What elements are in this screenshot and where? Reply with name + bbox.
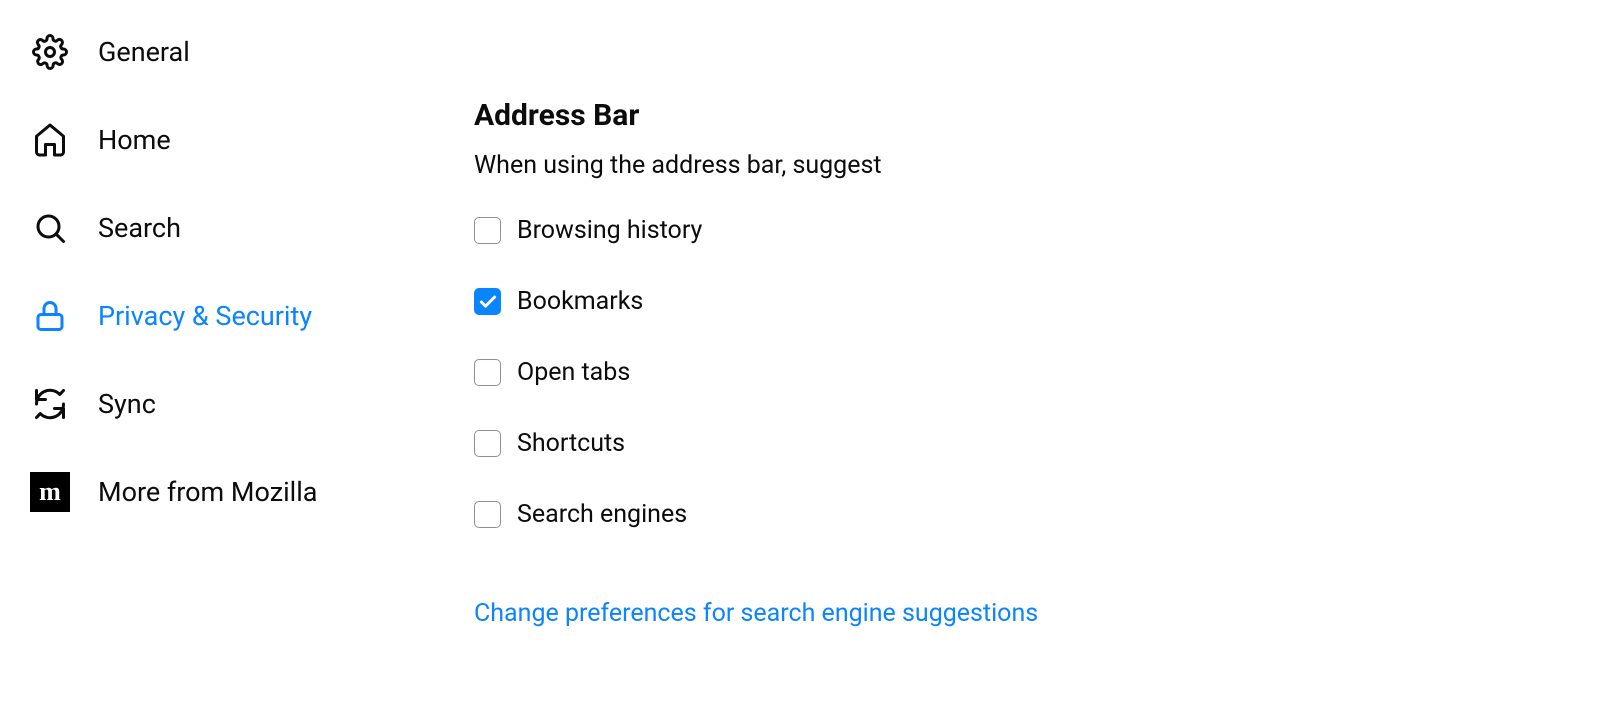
sidebar-item-general[interactable]: General [30,32,450,72]
checkbox-browsing-history[interactable] [474,217,501,244]
sidebar-item-more-mozilla[interactable]: m More from Mozilla [30,472,450,512]
sidebar-item-label: Home [98,124,171,156]
section-title: Address Bar [474,98,1608,133]
sidebar-item-sync[interactable]: Sync [30,384,450,424]
checkbox-open-tabs[interactable] [474,359,501,386]
settings-sidebar: General Home Search Privacy & Security S… [30,26,450,708]
option-open-tabs[interactable]: Open tabs [474,358,1608,387]
settings-main: Address Bar When using the address bar, … [450,26,1608,708]
sidebar-item-home[interactable]: Home [30,120,450,160]
sidebar-item-label: Search [98,212,181,244]
gear-icon [30,32,70,72]
change-search-suggestions-link[interactable]: Change preferences for search engine sug… [474,599,1038,628]
checkbox-bookmarks[interactable] [474,288,501,315]
option-search-engines[interactable]: Search engines [474,500,1608,529]
sidebar-item-label: General [98,36,190,68]
lock-icon [30,296,70,336]
sidebar-item-label: Sync [98,388,156,420]
search-icon [30,208,70,248]
option-bookmarks[interactable]: Bookmarks [474,287,1608,316]
option-shortcuts[interactable]: Shortcuts [474,429,1608,458]
sync-icon [30,384,70,424]
sidebar-item-search[interactable]: Search [30,208,450,248]
option-label: Search engines [517,500,687,529]
sidebar-item-privacy[interactable]: Privacy & Security [30,296,450,336]
option-label: Shortcuts [517,429,625,458]
mozilla-icon: m [30,472,70,512]
sidebar-item-label: Privacy & Security [98,300,312,332]
option-label: Open tabs [517,358,630,387]
option-label: Browsing history [517,216,702,245]
sidebar-item-label: More from Mozilla [98,476,317,508]
home-icon [30,120,70,160]
option-label: Bookmarks [517,287,643,316]
checkbox-shortcuts[interactable] [474,430,501,457]
option-browsing-history[interactable]: Browsing history [474,216,1608,245]
section-subtitle: When using the address bar, suggest [474,151,1608,180]
checkbox-search-engines[interactable] [474,501,501,528]
